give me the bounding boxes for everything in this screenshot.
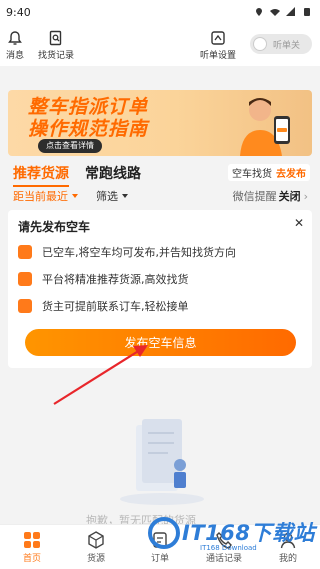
sort-nearest-label: 距当前最近: [13, 190, 68, 203]
search-document-icon: [49, 30, 62, 46]
find-car-label: 空车找货: [232, 169, 272, 180]
publish-link[interactable]: 去发布: [276, 165, 306, 180]
battery-icon: [304, 8, 310, 16]
bell-icon: [8, 31, 22, 45]
location-icon: [256, 8, 262, 16]
driver-illustration: [240, 98, 290, 156]
nav-label: 首页: [22, 553, 41, 564]
listen-toggle-label: 听单关: [273, 40, 301, 51]
listen-settings-icon: [211, 31, 225, 45]
find-car-publish[interactable]: 空车找货 去发布: [228, 164, 310, 181]
close-icon[interactable]: ✕: [294, 216, 304, 230]
wifi-icon: [270, 9, 280, 16]
cube-icon: [88, 530, 104, 549]
wechat-remind-label: 微信提醒: [232, 190, 277, 203]
card-title: 请先发布空车: [18, 220, 91, 234]
listen-settings-button[interactable]: 听单设置: [200, 30, 236, 61]
caret-down-icon: [122, 194, 128, 198]
chevron-right-icon: ›: [303, 190, 308, 203]
top-toolbar: 消息 找货记录 听单设置 听单关: [0, 24, 320, 66]
wechat-remind-value: 关闭: [278, 190, 301, 203]
listen-settings-label: 听单设置: [199, 51, 236, 61]
home-grid-icon: [24, 531, 40, 548]
banner-line2: 操作规范指南: [28, 118, 149, 140]
tabs-row: 推荐货源 常跑线路 空车找货 去发布: [0, 162, 320, 187]
status-bar: 9:40: [0, 0, 320, 24]
filter-dropdown[interactable]: 筛选: [96, 188, 128, 204]
filter-row: 距当前最近 筛选 微信提醒 关闭 ›: [0, 187, 320, 205]
messages-label: 消息: [6, 51, 25, 61]
signal-icon: [286, 7, 295, 16]
nav-label: 货源: [86, 553, 105, 564]
card-item: 货主可提前联系订车,轻松接单: [18, 298, 189, 314]
nav-cargo[interactable]: 货源: [64, 525, 128, 569]
tab-recommended[interactable]: 推荐货源: [13, 163, 69, 187]
sort-nearest-dropdown[interactable]: 距当前最近: [13, 188, 78, 204]
filter-label: 筛选: [96, 190, 118, 203]
card-item-text: 货主可提前联系订车,轻松接单: [42, 300, 189, 313]
toggle-knob: [253, 37, 267, 51]
watermark-logo: [148, 517, 180, 549]
search-history-button[interactable]: 找货记录: [38, 30, 74, 61]
wechat-remind-setting[interactable]: 微信提醒 关闭 ›: [233, 188, 308, 204]
document-icon: [18, 299, 32, 313]
empty-state-illustration: [120, 419, 204, 505]
nav-home[interactable]: 首页: [0, 525, 64, 569]
card-item: 平台将精准推荐货源,高效找货: [18, 271, 189, 287]
card-item-text: 已空车,将空车均可发布,并告知找货方向: [42, 246, 236, 259]
publish-empty-car-button[interactable]: 发布空车信息: [25, 329, 296, 356]
status-time: 9:40: [6, 5, 31, 19]
banner-detail-button[interactable]: 点击查看详情: [38, 139, 102, 153]
status-icons: [254, 7, 312, 17]
watermark-brand: IT168下载站: [182, 521, 315, 545]
card-item: 已空车,将空车均可发布,并告知找货方向: [18, 244, 236, 260]
site-watermark: IT168下载站 IT168 Download: [148, 513, 316, 555]
tab-regular-routes[interactable]: 常跑线路: [85, 163, 141, 183]
card-item-text: 平台将精准推荐货源,高效找货: [42, 273, 189, 286]
messages-button[interactable]: 消息: [6, 30, 24, 61]
promo-banner[interactable]: 整车指派订单 操作规范指南 点击查看详情: [8, 90, 312, 156]
truck-icon: [18, 245, 32, 259]
watermark-sub: IT168 Download: [200, 544, 257, 552]
match-icon: [18, 272, 32, 286]
caret-down-icon: [72, 194, 78, 198]
listen-toggle[interactable]: 听单关: [250, 34, 312, 54]
publish-empty-car-card: 请先发布空车 ✕ 已空车,将空车均可发布,并告知找货方向 平台将精准推荐货源,高…: [8, 210, 312, 368]
search-history-label: 找货记录: [38, 51, 75, 61]
